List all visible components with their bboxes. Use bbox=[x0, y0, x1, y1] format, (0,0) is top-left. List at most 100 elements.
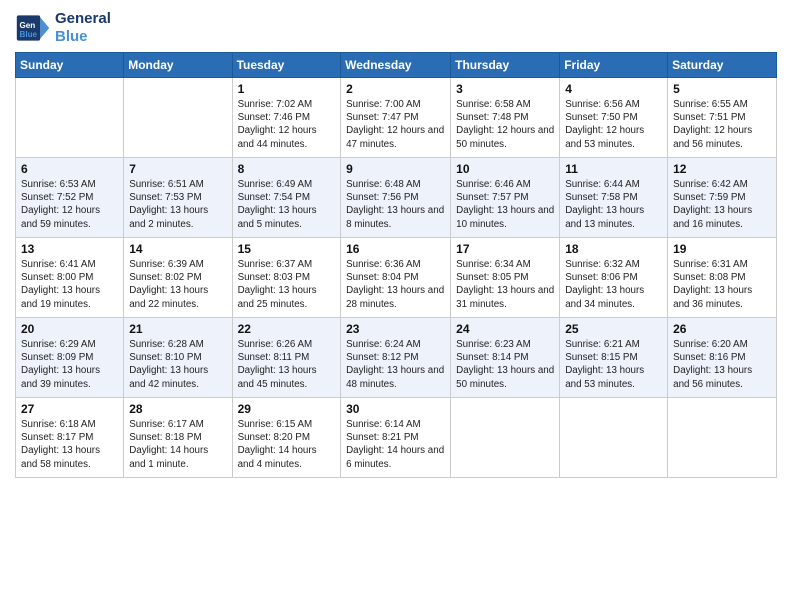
day-info: Sunrise: 6:37 AM Sunset: 8:03 PM Dayligh… bbox=[238, 258, 336, 311]
day-info: Sunrise: 6:42 AM Sunset: 7:59 PM Dayligh… bbox=[673, 178, 771, 231]
day-cell bbox=[124, 78, 232, 158]
day-info: Sunrise: 6:29 AM Sunset: 8:09 PM Dayligh… bbox=[21, 338, 118, 391]
day-number: 21 bbox=[129, 322, 226, 336]
day-number: 8 bbox=[238, 162, 336, 176]
logo-text: General Blue bbox=[55, 10, 111, 46]
header-row: SundayMondayTuesdayWednesdayThursdayFrid… bbox=[16, 53, 777, 78]
day-cell: 27 Sunrise: 6:18 AM Sunset: 8:17 PM Dayli… bbox=[16, 398, 124, 478]
day-cell: 18 Sunrise: 6:32 AM Sunset: 8:06 PM Dayli… bbox=[560, 238, 668, 318]
day-info: Sunrise: 6:32 AM Sunset: 8:06 PM Dayligh… bbox=[565, 258, 662, 311]
day-cell: 25 Sunrise: 6:21 AM Sunset: 8:15 PM Dayli… bbox=[560, 318, 668, 398]
day-cell: 7 Sunrise: 6:51 AM Sunset: 7:53 PM Daylig… bbox=[124, 158, 232, 238]
day-info: Sunrise: 6:23 AM Sunset: 8:14 PM Dayligh… bbox=[456, 338, 554, 391]
col-header-friday: Friday bbox=[560, 53, 668, 78]
svg-text:Gen: Gen bbox=[20, 21, 36, 30]
col-header-tuesday: Tuesday bbox=[232, 53, 341, 78]
day-info: Sunrise: 6:28 AM Sunset: 8:10 PM Dayligh… bbox=[129, 338, 226, 391]
day-cell: 8 Sunrise: 6:49 AM Sunset: 7:54 PM Daylig… bbox=[232, 158, 341, 238]
day-cell: 12 Sunrise: 6:42 AM Sunset: 7:59 PM Dayli… bbox=[668, 158, 777, 238]
week-row-5: 27 Sunrise: 6:18 AM Sunset: 8:17 PM Dayli… bbox=[16, 398, 777, 478]
day-cell bbox=[451, 398, 560, 478]
day-cell: 24 Sunrise: 6:23 AM Sunset: 8:14 PM Dayli… bbox=[451, 318, 560, 398]
day-number: 16 bbox=[346, 242, 445, 256]
day-info: Sunrise: 7:00 AM Sunset: 7:47 PM Dayligh… bbox=[346, 98, 445, 151]
day-number: 18 bbox=[565, 242, 662, 256]
day-number: 26 bbox=[673, 322, 771, 336]
day-info: Sunrise: 6:53 AM Sunset: 7:52 PM Dayligh… bbox=[21, 178, 118, 231]
day-info: Sunrise: 6:36 AM Sunset: 8:04 PM Dayligh… bbox=[346, 258, 445, 311]
col-header-thursday: Thursday bbox=[451, 53, 560, 78]
day-info: Sunrise: 6:58 AM Sunset: 7:48 PM Dayligh… bbox=[456, 98, 554, 151]
day-info: Sunrise: 6:21 AM Sunset: 8:15 PM Dayligh… bbox=[565, 338, 662, 391]
day-info: Sunrise: 7:02 AM Sunset: 7:46 PM Dayligh… bbox=[238, 98, 336, 151]
day-number: 4 bbox=[565, 82, 662, 96]
day-info: Sunrise: 6:49 AM Sunset: 7:54 PM Dayligh… bbox=[238, 178, 336, 231]
day-number: 2 bbox=[346, 82, 445, 96]
day-cell: 28 Sunrise: 6:17 AM Sunset: 8:18 PM Dayli… bbox=[124, 398, 232, 478]
day-info: Sunrise: 6:48 AM Sunset: 7:56 PM Dayligh… bbox=[346, 178, 445, 231]
day-number: 14 bbox=[129, 242, 226, 256]
week-row-2: 6 Sunrise: 6:53 AM Sunset: 7:52 PM Daylig… bbox=[16, 158, 777, 238]
day-number: 27 bbox=[21, 402, 118, 416]
week-row-4: 20 Sunrise: 6:29 AM Sunset: 8:09 PM Dayli… bbox=[16, 318, 777, 398]
day-info: Sunrise: 6:46 AM Sunset: 7:57 PM Dayligh… bbox=[456, 178, 554, 231]
day-number: 3 bbox=[456, 82, 554, 96]
day-cell: 2 Sunrise: 7:00 AM Sunset: 7:47 PM Daylig… bbox=[341, 78, 451, 158]
day-cell: 5Sunrise: 6:55 AM Sunset: 7:51 PM Daylig… bbox=[668, 78, 777, 158]
day-cell: 16 Sunrise: 6:36 AM Sunset: 8:04 PM Dayli… bbox=[341, 238, 451, 318]
day-info: Sunrise: 6:51 AM Sunset: 7:53 PM Dayligh… bbox=[129, 178, 226, 231]
day-number: 15 bbox=[238, 242, 336, 256]
day-number: 6 bbox=[21, 162, 118, 176]
day-cell: 20 Sunrise: 6:29 AM Sunset: 8:09 PM Dayli… bbox=[16, 318, 124, 398]
day-number: 12 bbox=[673, 162, 771, 176]
day-cell: 17Sunrise: 6:34 AM Sunset: 8:05 PM Dayli… bbox=[451, 238, 560, 318]
svg-text:Blue: Blue bbox=[20, 30, 38, 39]
day-cell: 15 Sunrise: 6:37 AM Sunset: 8:03 PM Dayli… bbox=[232, 238, 341, 318]
page: Gen Blue General Blue SundayMondayTuesda… bbox=[0, 0, 792, 612]
day-number: 30 bbox=[346, 402, 445, 416]
week-row-1: 1Sunrise: 7:02 AM Sunset: 7:46 PM Daylig… bbox=[16, 78, 777, 158]
day-number: 28 bbox=[129, 402, 226, 416]
day-info: Sunrise: 6:55 AM Sunset: 7:51 PM Dayligh… bbox=[673, 98, 771, 151]
day-number: 10 bbox=[456, 162, 554, 176]
day-cell: 13Sunrise: 6:41 AM Sunset: 8:00 PM Dayli… bbox=[16, 238, 124, 318]
col-header-saturday: Saturday bbox=[668, 53, 777, 78]
day-info: Sunrise: 6:18 AM Sunset: 8:17 PM Dayligh… bbox=[21, 418, 118, 471]
day-info: Sunrise: 6:26 AM Sunset: 8:11 PM Dayligh… bbox=[238, 338, 336, 391]
day-info: Sunrise: 6:15 AM Sunset: 8:20 PM Dayligh… bbox=[238, 418, 336, 471]
day-number: 20 bbox=[21, 322, 118, 336]
day-cell: 11 Sunrise: 6:44 AM Sunset: 7:58 PM Dayli… bbox=[560, 158, 668, 238]
col-header-sunday: Sunday bbox=[16, 53, 124, 78]
day-info: Sunrise: 6:34 AM Sunset: 8:05 PM Dayligh… bbox=[456, 258, 554, 311]
day-info: Sunrise: 6:44 AM Sunset: 7:58 PM Dayligh… bbox=[565, 178, 662, 231]
day-info: Sunrise: 6:39 AM Sunset: 8:02 PM Dayligh… bbox=[129, 258, 226, 311]
day-cell: 3 Sunrise: 6:58 AM Sunset: 7:48 PM Daylig… bbox=[451, 78, 560, 158]
day-info: Sunrise: 6:20 AM Sunset: 8:16 PM Dayligh… bbox=[673, 338, 771, 391]
day-number: 7 bbox=[129, 162, 226, 176]
day-info: Sunrise: 6:56 AM Sunset: 7:50 PM Dayligh… bbox=[565, 98, 662, 151]
day-number: 13 bbox=[21, 242, 118, 256]
calendar-header: SundayMondayTuesdayWednesdayThursdayFrid… bbox=[16, 53, 777, 78]
day-number: 11 bbox=[565, 162, 662, 176]
day-number: 25 bbox=[565, 322, 662, 336]
day-cell: 30 Sunrise: 6:14 AM Sunset: 8:21 PM Dayli… bbox=[341, 398, 451, 478]
day-number: 23 bbox=[346, 322, 445, 336]
day-number: 24 bbox=[456, 322, 554, 336]
calendar-table: SundayMondayTuesdayWednesdayThursdayFrid… bbox=[15, 52, 777, 478]
col-header-monday: Monday bbox=[124, 53, 232, 78]
day-cell: 9 Sunrise: 6:48 AM Sunset: 7:56 PM Daylig… bbox=[341, 158, 451, 238]
day-cell: 29Sunrise: 6:15 AM Sunset: 8:20 PM Dayli… bbox=[232, 398, 341, 478]
day-cell: 19Sunrise: 6:31 AM Sunset: 8:08 PM Dayli… bbox=[668, 238, 777, 318]
day-number: 22 bbox=[238, 322, 336, 336]
day-number: 19 bbox=[673, 242, 771, 256]
week-row-3: 13Sunrise: 6:41 AM Sunset: 8:00 PM Dayli… bbox=[16, 238, 777, 318]
day-cell: 4 Sunrise: 6:56 AM Sunset: 7:50 PM Daylig… bbox=[560, 78, 668, 158]
col-header-wednesday: Wednesday bbox=[341, 53, 451, 78]
day-cell: 14 Sunrise: 6:39 AM Sunset: 8:02 PM Dayli… bbox=[124, 238, 232, 318]
calendar-body: 1Sunrise: 7:02 AM Sunset: 7:46 PM Daylig… bbox=[16, 78, 777, 478]
day-info: Sunrise: 6:14 AM Sunset: 8:21 PM Dayligh… bbox=[346, 418, 445, 471]
day-cell: 22 Sunrise: 6:26 AM Sunset: 8:11 PM Dayli… bbox=[232, 318, 341, 398]
day-number: 9 bbox=[346, 162, 445, 176]
day-cell: 6 Sunrise: 6:53 AM Sunset: 7:52 PM Daylig… bbox=[16, 158, 124, 238]
day-info: Sunrise: 6:17 AM Sunset: 8:18 PM Dayligh… bbox=[129, 418, 226, 471]
